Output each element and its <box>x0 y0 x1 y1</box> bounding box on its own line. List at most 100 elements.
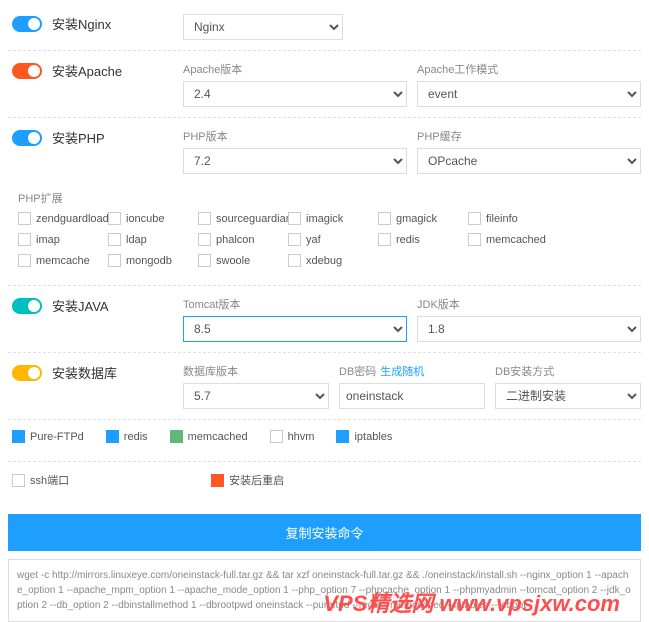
checkbox-icon <box>288 212 301 225</box>
opt-hhvm[interactable]: hhvm <box>270 430 315 443</box>
link-generate-random[interactable]: 生成随机 <box>380 363 424 379</box>
opt-label: 安装后重启 <box>229 472 284 488</box>
copy-install-command-button[interactable]: 复制安装命令 <box>8 514 641 551</box>
ext-mongodb[interactable]: mongodb <box>108 254 198 267</box>
toggle-apache[interactable] <box>12 63 42 79</box>
opt-iptables[interactable]: iptables <box>336 430 392 443</box>
opt-memcached[interactable]: memcached <box>170 430 248 443</box>
checkbox-icon <box>108 233 121 246</box>
fields-php: PHP版本 7.2 PHP缓存 OPcache <box>183 128 641 174</box>
ext-imap[interactable]: imap <box>18 233 108 246</box>
section-apache: 安装Apache Apache版本 2.4 Apache工作模式 event <box>8 51 641 118</box>
input-db-password[interactable] <box>339 383 485 409</box>
ext-sourceguardian[interactable]: sourceguardian <box>198 212 288 225</box>
select-php-version[interactable]: 7.2 <box>183 148 407 174</box>
opt-Pure-FTPd[interactable]: Pure-FTPd <box>12 430 84 443</box>
select-tomcat-version[interactable]: 8.5 <box>183 316 407 342</box>
title-apache: 安装Apache <box>52 61 122 80</box>
ext-phalcon[interactable]: phalcon <box>198 233 288 246</box>
field-db-password: DB密码 生成随机 <box>339 363 485 409</box>
command-text: wget -c http://mirrors.linuxeye.com/onei… <box>17 570 631 611</box>
command-output[interactable]: wget -c http://mirrors.linuxeye.com/onei… <box>8 559 641 622</box>
checkbox-icon <box>18 233 31 246</box>
ext-redis[interactable]: redis <box>378 233 468 246</box>
ext-gmagick[interactable]: gmagick <box>378 212 468 225</box>
select-db-version[interactable]: 5.7 <box>183 383 329 409</box>
ext-memcache[interactable]: memcache <box>18 254 108 267</box>
ext-yaf[interactable]: yaf <box>288 233 378 246</box>
php-ext-label: PHP扩展 <box>18 190 641 206</box>
checkbox-icon <box>288 254 301 267</box>
ext-label: phalcon <box>216 234 255 246</box>
ext-swoole[interactable]: swoole <box>198 254 288 267</box>
toggle-php[interactable] <box>12 130 42 146</box>
fields-apache: Apache版本 2.4 Apache工作模式 event <box>183 61 641 107</box>
select-apache-version[interactable]: 2.4 <box>183 81 407 107</box>
field-jdk-version: JDK版本 1.8 <box>417 296 641 342</box>
section-nginx: 安装Nginx Nginx <box>8 4 641 51</box>
ext-label: mongodb <box>126 255 172 267</box>
title-php: 安装PHP <box>52 128 105 147</box>
label-db-version: 数据库版本 <box>183 363 329 379</box>
label-col: 安装JAVA <box>8 296 183 315</box>
ext-label: xdebug <box>306 255 342 267</box>
label-php-cache: PHP缓存 <box>417 128 641 144</box>
checkbox-icon <box>288 233 301 246</box>
opt-label: iptables <box>354 431 392 443</box>
select-apache-mode[interactable]: event <box>417 81 641 107</box>
ext-memcached[interactable]: memcached <box>468 233 558 246</box>
checkbox-icon <box>378 233 391 246</box>
ext-fileinfo[interactable]: fileinfo <box>468 212 558 225</box>
title-java: 安装JAVA <box>52 296 109 315</box>
label-col: 安装Nginx <box>8 14 183 33</box>
checkbox-icon <box>12 430 25 443</box>
opt-label: memcached <box>188 431 248 443</box>
opt-label: Pure-FTPd <box>30 431 84 443</box>
checkbox-icon <box>336 430 349 443</box>
checkbox-icon <box>18 254 31 267</box>
select-jdk-version[interactable]: 1.8 <box>417 316 641 342</box>
fields-java: Tomcat版本 8.5 JDK版本 1.8 <box>183 296 641 342</box>
ext-label: redis <box>396 234 420 246</box>
ext-xdebug[interactable]: xdebug <box>288 254 378 267</box>
opt-redis[interactable]: redis <box>106 430 148 443</box>
checkbox-icon <box>468 212 481 225</box>
ext-ioncube[interactable]: ioncube <box>108 212 198 225</box>
field-db-version: 数据库版本 5.7 <box>183 363 329 409</box>
ext-label: gmagick <box>396 213 437 225</box>
field-tomcat-version: Tomcat版本 8.5 <box>183 296 407 342</box>
ext-label: fileinfo <box>486 213 518 225</box>
section-php: 安装PHP PHP版本 7.2 PHP缓存 OPcache <box>8 118 641 184</box>
ext-imagick[interactable]: imagick <box>288 212 378 225</box>
toggle-database[interactable] <box>12 365 42 381</box>
label-db-password: DB密码 <box>339 363 376 379</box>
ext-label: imap <box>36 234 60 246</box>
checkbox-icon <box>108 212 121 225</box>
checkbox-icon <box>12 474 25 487</box>
fields-nginx: Nginx <box>183 14 641 40</box>
checkbox-icon <box>198 254 211 267</box>
ext-zendguardloader[interactable]: zendguardloader <box>18 212 108 225</box>
title-nginx: 安装Nginx <box>52 14 111 33</box>
toggle-nginx[interactable] <box>12 16 42 32</box>
label-jdk-version: JDK版本 <box>417 296 641 312</box>
select-php-cache[interactable]: OPcache <box>417 148 641 174</box>
php-extensions: PHP扩展 zendguardloaderioncubesourceguardi… <box>8 184 641 286</box>
checkbox-icon <box>198 212 211 225</box>
checkbox-icon <box>170 430 183 443</box>
ext-label: ldap <box>126 234 147 246</box>
ext-ldap[interactable]: ldap <box>108 233 198 246</box>
opt-安装后重启[interactable]: 安装后重启 <box>211 472 284 488</box>
ext-label: memcache <box>36 255 90 267</box>
field-php-cache: PHP缓存 OPcache <box>417 128 641 174</box>
toggle-java[interactable] <box>12 298 42 314</box>
fields-database: 数据库版本 5.7 DB密码 生成随机 DB安装方式 二进制安装 <box>183 363 641 409</box>
select-db-method[interactable]: 二进制安装 <box>495 383 641 409</box>
opt-label: redis <box>124 431 148 443</box>
opt-ssh端口[interactable]: ssh端口 <box>12 472 69 488</box>
ext-label: swoole <box>216 255 250 267</box>
field-php-version: PHP版本 7.2 <box>183 128 407 174</box>
label-tomcat-version: Tomcat版本 <box>183 296 407 312</box>
checkbox-icon <box>468 233 481 246</box>
select-nginx[interactable]: Nginx <box>183 14 343 40</box>
